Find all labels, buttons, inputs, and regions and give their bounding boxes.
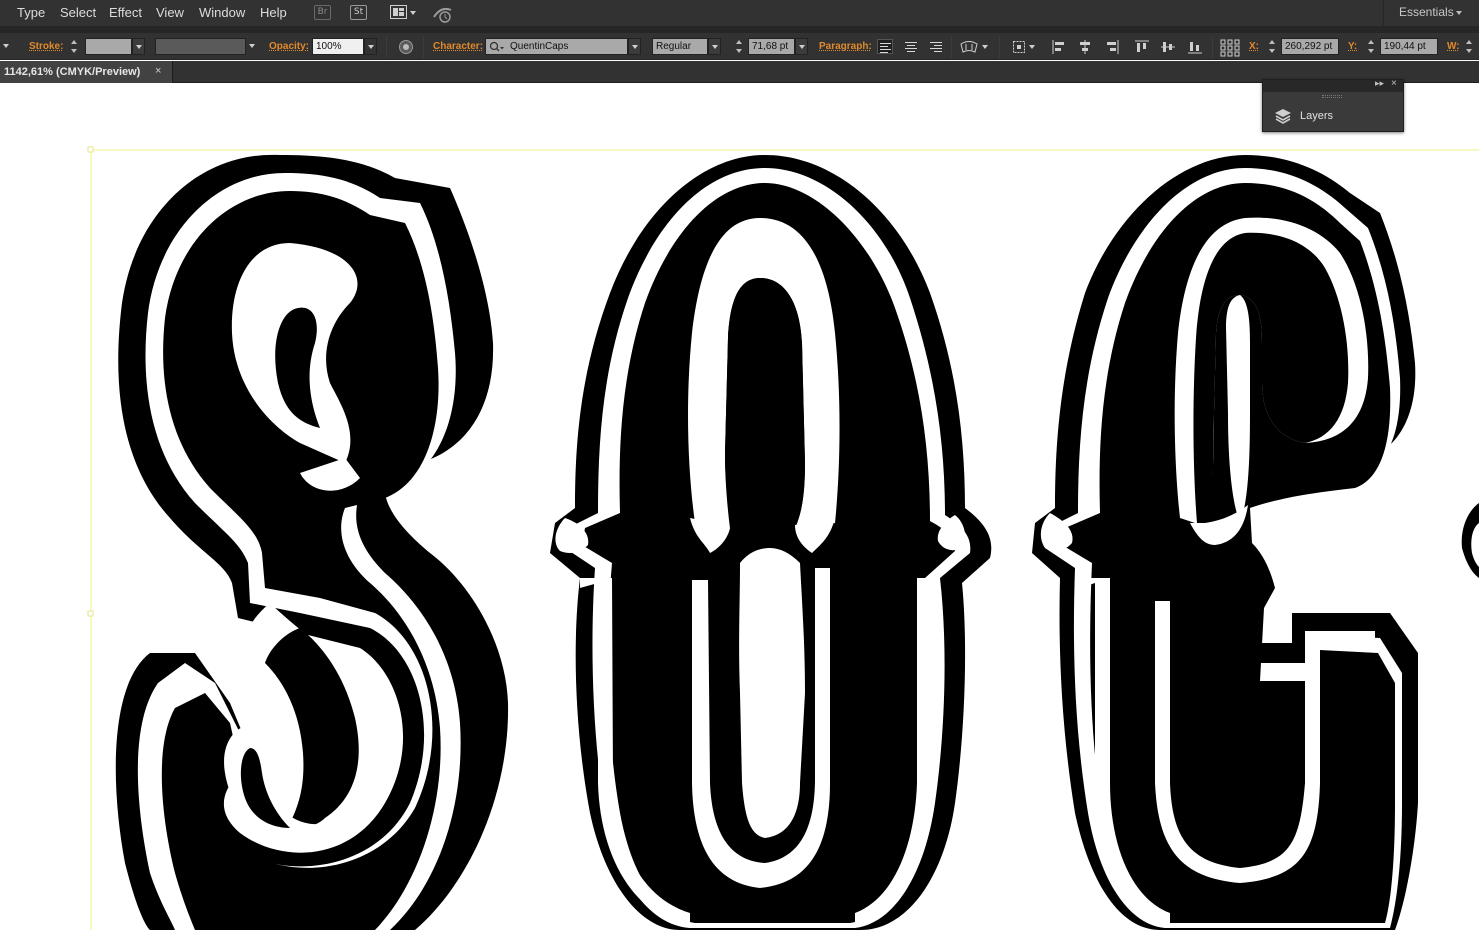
menu-effect[interactable]: Effect (109, 5, 142, 20)
character-label[interactable]: Character: (433, 41, 483, 52)
bounding-handle[interactable] (87, 610, 94, 617)
variable-width-profile[interactable] (155, 38, 246, 55)
bridge-icon[interactable]: Br (314, 5, 331, 20)
envelope-warp-icon[interactable] (960, 39, 988, 55)
panel-header[interactable]: ▸▸ × (1263, 78, 1403, 92)
artwork[interactable] (0, 83, 1479, 930)
vertical-align-top-icon[interactable] (1134, 39, 1150, 55)
canvas[interactable] (0, 83, 1479, 930)
letter-s-glyph[interactable] (115, 154, 509, 930)
menu-bar: Type Select Effect View Window Help Br S… (0, 0, 1479, 27)
separator (999, 36, 1000, 58)
font-size-dropdown[interactable] (795, 38, 808, 55)
horizontal-align-right-icon[interactable] (1104, 39, 1120, 55)
paragraph-label[interactable]: Paragraph: (819, 41, 872, 52)
w-spinner[interactable] (1465, 38, 1474, 55)
reference-point-icon[interactable] (1220, 39, 1240, 57)
align-center-icon[interactable] (903, 39, 919, 54)
chevron-down-icon (1456, 11, 1462, 15)
document-tab[interactable]: 1142,61% (CMYK/Preview) × (0, 61, 173, 83)
align-left-icon[interactable] (877, 39, 893, 54)
search-icon (489, 41, 505, 53)
opacity-arrow[interactable] (364, 38, 377, 55)
x-spinner[interactable] (1268, 38, 1277, 55)
y-position-field[interactable]: 190,44 pt (1380, 38, 1438, 55)
stroke-label[interactable]: Stroke: (29, 41, 63, 52)
menu-window[interactable]: Window (199, 5, 245, 20)
recolor-artwork-icon[interactable] (398, 39, 414, 55)
menu-type[interactable]: Type (17, 5, 45, 20)
menu-help[interactable]: Help (260, 5, 287, 20)
stroke-weight-field[interactable] (85, 38, 132, 55)
x-label[interactable]: X: (1249, 41, 1259, 52)
workspace-switcher[interactable]: Essentials (1383, 0, 1479, 27)
letter-c-glyph[interactable] (1032, 155, 1418, 930)
x-position-field[interactable]: 260,292 pt (1281, 38, 1339, 55)
separator (951, 36, 952, 58)
font-size-field[interactable]: 71,68 pt (748, 38, 795, 55)
stroke-spinner[interactable] (70, 38, 79, 55)
stock-icon[interactable]: St (350, 5, 367, 20)
separator (386, 36, 387, 58)
panel-grip[interactable] (1322, 95, 1342, 98)
menu-view[interactable]: View (156, 5, 184, 20)
layers-icon[interactable] (1274, 107, 1292, 125)
layers-panel: ▸▸ × Layers (1262, 78, 1404, 132)
menu-select[interactable]: Select (60, 5, 96, 20)
font-family-field[interactable]: QuentinCaps (485, 38, 628, 55)
horizontal-align-center-icon[interactable] (1077, 39, 1093, 55)
close-icon[interactable]: × (1391, 78, 1397, 89)
y-spinner[interactable] (1367, 38, 1376, 55)
layers-label[interactable]: Layers (1300, 110, 1333, 122)
letter-partial-glyph[interactable] (1461, 503, 1479, 578)
font-family-dropdown[interactable] (628, 38, 641, 55)
y-label[interactable]: Y: (1348, 41, 1357, 52)
horizontal-align-left-icon[interactable] (1051, 39, 1067, 55)
collapse-panel-icon[interactable]: ▸▸ (1375, 78, 1384, 89)
letter-o-glyph[interactable] (550, 155, 992, 930)
font-size-spinner[interactable] (735, 38, 744, 55)
opacity-field[interactable]: 100% (312, 38, 364, 55)
opacity-label[interactable]: Opacity: (269, 41, 309, 52)
document-tab-title: 1142,61% (CMYK/Preview) (4, 66, 141, 78)
w-label[interactable]: W: (1447, 41, 1460, 52)
gpu-performance-icon[interactable] (432, 4, 456, 24)
vertical-align-bottom-icon[interactable] (1187, 39, 1203, 55)
stroke-weight-dropdown[interactable] (132, 38, 145, 55)
font-style-field[interactable]: Regular (652, 38, 708, 55)
document-tab-bar: 1142,61% (CMYK/Preview) × (0, 61, 1479, 83)
vertical-align-center-icon[interactable] (1160, 39, 1176, 55)
close-icon[interactable]: × (155, 65, 161, 77)
workspace-label: Essentials (1399, 5, 1454, 19)
align-to-selection-icon[interactable] (1012, 39, 1038, 55)
profile-dropdown[interactable] (246, 38, 259, 55)
bounding-handle[interactable] (87, 146, 94, 153)
font-family-value: QuentinCaps (510, 41, 569, 52)
arrange-documents-icon[interactable] (390, 5, 418, 20)
separator (1212, 36, 1213, 58)
fill-dropdown[interactable] (0, 38, 12, 55)
control-bar: Stroke: Opacity: 100% Character: Quentin… (0, 32, 1479, 60)
separator (423, 36, 424, 58)
align-right-icon[interactable] (928, 39, 944, 54)
font-style-dropdown[interactable] (708, 38, 721, 55)
